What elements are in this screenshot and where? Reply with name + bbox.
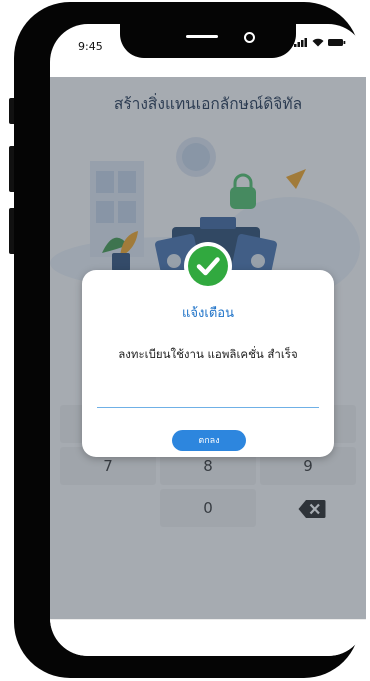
status-icons xyxy=(294,38,346,47)
status-time: 9:45 xyxy=(78,40,103,53)
check-mark-icon xyxy=(196,257,220,276)
speaker xyxy=(186,35,218,38)
wifi-icon xyxy=(312,38,324,47)
dialog-title: แจ้งเตือน xyxy=(182,306,234,321)
phone-screen: 9:45 สร้างสิ่งแทนเอกลักษณ์ดิจิทัล 7 8 9 … xyxy=(50,24,366,656)
signal-icon xyxy=(294,38,307,47)
dialog-divider xyxy=(97,407,319,408)
ok-button[interactable]: ตกลง xyxy=(172,430,246,451)
camera xyxy=(244,32,255,43)
check-circle-icon xyxy=(188,246,228,286)
alert-dialog: แจ้งเตือน ลงทะเบียนใช้งาน แอพลิเคชั่น สำ… xyxy=(82,270,334,457)
battery-icon xyxy=(328,39,346,46)
home-indicator-area xyxy=(50,619,366,656)
phone-frame: 9:45 สร้างสิ่งแทนเอกลักษณ์ดิจิทัล 7 8 9 … xyxy=(14,2,366,678)
dialog-message: ลงทะเบียนใช้งาน แอพลิเคชั่น สำเร็จ xyxy=(118,347,298,361)
notch xyxy=(120,24,296,58)
success-badge xyxy=(184,242,232,290)
